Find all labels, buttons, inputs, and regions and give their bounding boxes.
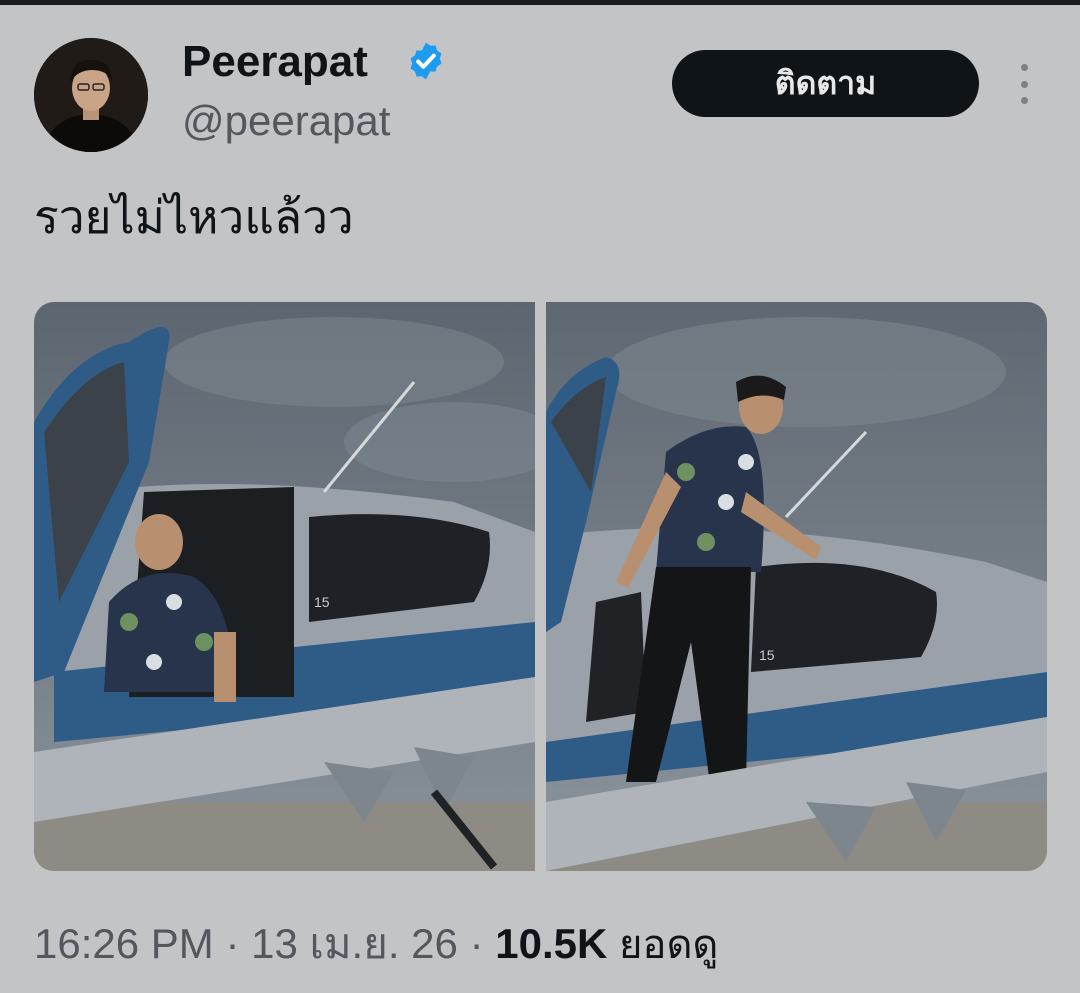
tweet-photo-1[interactable]: 15 — [34, 302, 535, 871]
tweet-date[interactable]: 13 เม.ย. 26 — [251, 920, 458, 967]
tweet-meta: 16:26 PM · 13 เม.ย. 26 · 10.5K ยอดดู — [34, 916, 718, 973]
more-options-icon[interactable] — [1012, 64, 1036, 104]
avatar[interactable] — [34, 38, 148, 152]
tweet-text: รวยไม่ไหวแล้วว — [34, 190, 354, 244]
dot — [1020, 64, 1028, 71]
tail-number-text: 15 — [314, 594, 330, 610]
tweet-time[interactable]: 16:26 PM — [34, 920, 214, 967]
tweet-photo-2[interactable]: 15 — [546, 302, 1047, 871]
author-display-name[interactable]: Peerapat — [182, 36, 368, 88]
dot — [1020, 80, 1028, 88]
separator: · — [225, 920, 240, 967]
follow-button[interactable]: ติดตาม — [672, 50, 979, 117]
views-label: ยอดดู — [618, 922, 719, 968]
views-count: 10.5K — [495, 920, 608, 967]
dot — [1020, 97, 1028, 104]
verified-badge-icon — [410, 42, 442, 80]
tail-number-text: 15 — [759, 647, 775, 663]
top-edge-bar — [0, 0, 1080, 5]
separator: · — [469, 920, 484, 967]
author-handle[interactable]: @peerapat — [182, 96, 390, 146]
